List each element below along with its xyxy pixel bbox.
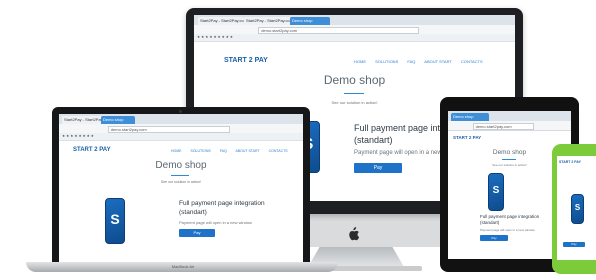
laptop: Start2Pay - Start2Pay.com Demo shop demo… (52, 107, 310, 272)
page-title: Demo shop (492, 149, 527, 156)
phone-illustration: S (571, 194, 584, 224)
brand-logo[interactable]: START 2 PAY (559, 160, 581, 164)
browser-tab[interactable]: Start2Pay - Start2Pay.com (198, 17, 244, 25)
browser-tabbar: Start2Pay - Start2Pay.com Start2Pay - St… (194, 15, 515, 25)
headline-line2: (standart) (179, 209, 207, 216)
nav-solutions[interactable]: SOLUTIONS (190, 149, 210, 153)
bookmarks-bar: ★ ★ ★ ★ ★ ★ ★ ★ ★ (194, 34, 515, 42)
phone-illustration: S (488, 173, 504, 211)
browser-tab-active[interactable]: Demo shop (451, 113, 489, 121)
page-subtitle: See our solution in action! (492, 163, 527, 167)
nav-home[interactable]: HOME (171, 149, 182, 153)
new-window-note: Payment page will open in a new window (179, 220, 252, 225)
browser-tabbar: Demo shop (448, 111, 571, 121)
new-window-note: Payment page will open in a new window (480, 228, 535, 232)
headline-line1: Full payment page integration (179, 200, 265, 207)
page-title: Demo shop (155, 160, 207, 171)
phone-illustration: S (105, 198, 125, 244)
nav-contacts[interactable]: CONTACTS (269, 149, 288, 153)
apple-icon (349, 227, 360, 241)
pay-button[interactable]: Pay (179, 229, 215, 237)
page-title: Demo shop (323, 73, 386, 87)
start2pay-s-icon: S (110, 211, 120, 227)
nav-about[interactable]: ABOUT START (236, 149, 260, 153)
browser-tab[interactable]: Start2Pay - Start2Pay.com (244, 17, 290, 25)
laptop-camera (179, 110, 182, 113)
url-field[interactable]: demo.start2pay.com (258, 27, 419, 34)
page-subtitle: See our solution in action! (331, 100, 378, 105)
laptop-screen: Start2Pay - Start2Pay.com Demo shop demo… (59, 114, 303, 266)
title-divider (171, 175, 189, 176)
browser-tab-active[interactable]: Demo shop (101, 116, 135, 124)
start2pay-s-icon: S (574, 203, 581, 212)
nav-contacts[interactable]: CONTACTS (461, 59, 483, 64)
phone-screen: START 2 PAY S Pay (557, 156, 596, 260)
browser-tabbar: Start2Pay - Start2Pay.com Demo shop (59, 114, 303, 124)
nav-faq[interactable]: FAQ (407, 59, 415, 64)
headline-line1: Full payment page integration (480, 214, 540, 219)
bookmarks-bar: ★ ★ ★ ★ ★ ★ ★ ★ (59, 133, 303, 141)
pay-button[interactable]: Pay (480, 235, 508, 241)
brand-logo[interactable]: START 2 PAY (73, 147, 111, 153)
laptop-model-label: MacBook Air (171, 264, 195, 269)
nav-about[interactable]: ABOUT START (424, 59, 452, 64)
nav-solutions[interactable]: SOLUTIONS (375, 59, 398, 64)
browser-tab-active[interactable]: Demo shop (290, 17, 330, 25)
headline-line2: (standart) (354, 135, 393, 145)
address-bar: demo.start2pay.com (448, 121, 571, 131)
smartphone: START 2 PAY S Pay (552, 144, 596, 274)
headline-line2: (standart) (480, 220, 500, 225)
url-field[interactable]: demo.start2pay.com (472, 123, 535, 130)
url-field[interactable]: demo.start2pay.com (107, 126, 230, 133)
page-subtitle: See our solution in action! (160, 180, 202, 184)
nav-faq[interactable]: FAQ (220, 149, 227, 153)
brand-logo[interactable]: START 2 PAY (224, 57, 268, 64)
title-divider (344, 93, 364, 94)
pay-button[interactable]: Pay (563, 242, 585, 247)
nav-home[interactable]: HOME (354, 59, 366, 64)
top-nav: HOME SOLUTIONS FAQ ABOUT START CONTACTS (354, 59, 491, 64)
brand-logo[interactable]: START 2 PAY (453, 135, 481, 140)
start2pay-s-icon: S (492, 185, 500, 196)
top-nav: HOME SOLUTIONS FAQ ABOUT START CONTACTS (171, 149, 296, 153)
title-divider (502, 159, 516, 160)
pay-button[interactable]: Pay (354, 163, 402, 173)
browser-tab[interactable]: Start2Pay - Start2Pay.com (62, 116, 102, 124)
